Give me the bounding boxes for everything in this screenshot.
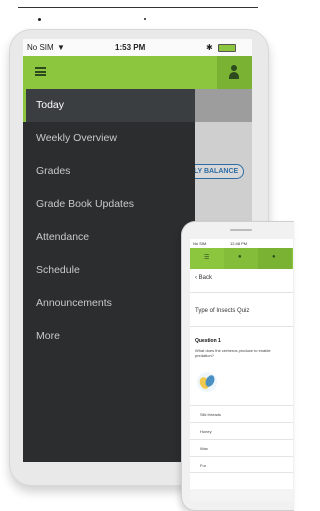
drawer-item-announcements[interactable]: Announcements (23, 287, 195, 320)
phone-status-bar: No SIM 12:48 PM (190, 239, 293, 248)
profile-button[interactable] (217, 56, 252, 89)
battery-icon (218, 44, 236, 52)
answer-option[interactable]: Silk threads (190, 405, 293, 422)
wifi-icon: ▼ (57, 43, 65, 52)
carrier-label: No SIM (27, 43, 54, 52)
drawer-item-grade-book-updates[interactable]: Grade Book Updates (23, 188, 195, 221)
phone-bottom-bar (190, 489, 293, 501)
drawer-item-schedule[interactable]: Schedule (23, 254, 195, 287)
top-divider (18, 7, 258, 8)
phone-speaker (230, 229, 252, 231)
balance-button[interactable]: LY BALANCE (188, 164, 244, 179)
camera-dot (38, 18, 41, 21)
insect-illustration (197, 372, 217, 392)
drawer-item-more[interactable]: More (23, 320, 195, 353)
phone-screen: No SIM 12:48 PM ☰ ● ● ‹ Back Type of Ins… (190, 239, 293, 501)
app-header (23, 56, 252, 89)
back-label: Back (198, 275, 213, 281)
person-icon: ● (272, 254, 276, 260)
divider (190, 292, 293, 293)
phone-carrier: No SIM (193, 241, 207, 246)
phone-account-button[interactable]: ● (258, 248, 292, 269)
phone-header: ☰ ● ● (190, 248, 293, 269)
phone-profile-button[interactable]: ● (224, 248, 258, 269)
drawer-item-weekly-overview[interactable]: Weekly Overview (23, 122, 195, 155)
answer-option[interactable]: Honey (190, 422, 293, 439)
sensor-dot (144, 18, 146, 20)
drawer-item-today[interactable]: Today (23, 89, 195, 122)
divider (190, 326, 293, 327)
navigation-drawer: Today Weekly Overview Grades Grade Book … (23, 89, 195, 462)
hamburger-icon: ☰ (204, 255, 210, 261)
person-icon: ● (238, 254, 242, 260)
phone-clock: 12:48 PM (230, 241, 248, 246)
phone-menu-button[interactable]: ☰ (190, 248, 224, 269)
answer-option[interactable]: Fur (190, 456, 293, 473)
back-link[interactable]: ‹ Back (195, 275, 212, 281)
status-bar: No SIM ▼ 1:53 PM ✱ (23, 39, 252, 56)
quiz-title: Type of Insects Quiz (195, 308, 250, 314)
question-heading: Question 1 (195, 338, 221, 344)
hamburger-icon[interactable] (35, 67, 46, 76)
question-text: What does the cerberus produce to enable… (195, 348, 271, 358)
person-icon (229, 65, 239, 79)
answer-option[interactable]: Wax (190, 439, 293, 456)
clock: 1:53 PM (115, 43, 146, 52)
drawer-item-grades[interactable]: Grades (23, 155, 195, 188)
bluetooth-icon: ✱ (206, 43, 213, 52)
drawer-item-attendance[interactable]: Attendance (23, 221, 195, 254)
